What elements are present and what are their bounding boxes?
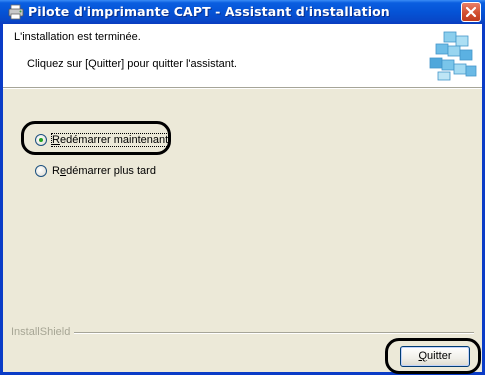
quit-button[interactable]: Quitter (400, 346, 470, 367)
close-button[interactable] (461, 2, 481, 22)
footer-divider (74, 332, 474, 334)
restart-now-label[interactable]: Redémarrer maintenant (50, 133, 170, 147)
installer-cubes-icon (429, 31, 477, 81)
restart-later-label[interactable]: Redémarrer plus tard (52, 165, 156, 177)
title-bar[interactable]: Pilote d'imprimante CAPT - Assistant d'i… (0, 0, 485, 24)
header-title: L'installation est terminée. (14, 31, 141, 43)
printer-app-icon (8, 4, 24, 20)
header-subtitle: Cliquez sur [Quitter] pour quitter l'ass… (27, 58, 237, 70)
restart-later-option[interactable]: Redémarrer plus tard (35, 163, 156, 179)
restart-now-option[interactable]: Redémarrer maintenant (35, 132, 170, 148)
restart-now-radio[interactable] (35, 134, 47, 146)
wizard-header: L'installation est terminée. Cliquez sur… (3, 24, 482, 88)
installshield-brand: InstallShield (11, 326, 71, 338)
restart-later-radio[interactable] (35, 165, 47, 177)
close-icon (465, 6, 477, 18)
installer-window: Pilote d'imprimante CAPT - Assistant d'i… (0, 0, 485, 375)
header-divider (3, 88, 482, 89)
window-title: Pilote d'imprimante CAPT - Assistant d'i… (28, 4, 390, 19)
